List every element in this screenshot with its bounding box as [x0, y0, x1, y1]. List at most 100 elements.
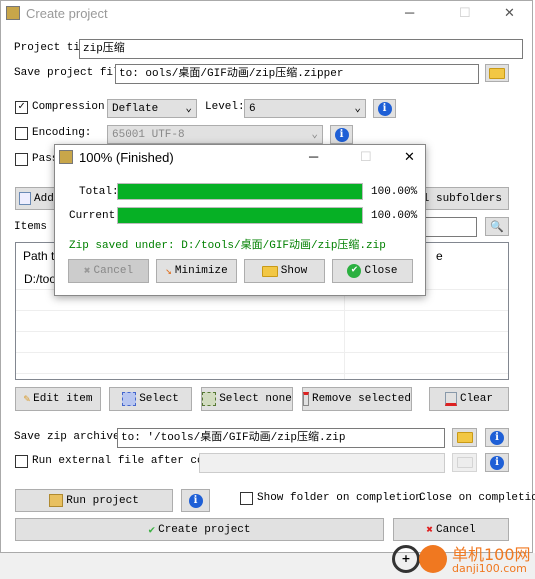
dialog-title: 100% (Finished)	[79, 150, 174, 165]
compression-label: Compression:	[32, 101, 112, 113]
select-label: Select	[139, 393, 179, 405]
checkmark-icon: ✔	[148, 524, 156, 537]
search-icon: 🔍	[490, 221, 504, 234]
column-header-2[interactable]: e	[436, 249, 443, 263]
current-label: Current:	[69, 210, 122, 222]
package-icon	[49, 494, 64, 507]
create-project-label: Create project	[158, 523, 251, 536]
dialog-minimize-label: Minimize	[174, 265, 228, 277]
zip-saved-message: Zip saved under: D:/tools/桌面/GIF动画/zip压缩…	[69, 240, 386, 252]
show-folder-checkbox[interactable]	[240, 492, 253, 505]
browse-project-button[interactable]	[485, 64, 509, 82]
compression-info-button[interactable]: i	[373, 99, 396, 118]
close-button[interactable]: ✕	[504, 5, 515, 21]
total-label: Total:	[79, 186, 119, 198]
dialog-minimize-button[interactable]: ─	[309, 149, 318, 164]
chevron-down-icon: ⌄	[311, 129, 318, 141]
save-project-input[interactable]: to: ools/桌面/GIF动画/zip压缩.zipper	[115, 64, 479, 84]
pencil-icon: ✎	[23, 394, 31, 406]
dialog-show-button[interactable]: Show	[244, 259, 325, 283]
info-icon: i	[188, 493, 203, 508]
current-progress-bar	[117, 207, 363, 224]
add-file-icon	[19, 192, 31, 205]
dialog-minimize-btn[interactable]: ↘ Minimize	[156, 259, 237, 283]
password-checkbox[interactable]	[15, 153, 28, 166]
encoding-select[interactable]: 65001 UTF-8 ⌄	[107, 125, 323, 144]
project-title-label: Project tit	[14, 42, 87, 54]
progress-dialog: 100% (Finished) ─ ☐ ✕ Total: 100.00% Cur…	[54, 144, 426, 296]
edit-item-label: Edit item	[33, 393, 93, 405]
folder-icon	[489, 67, 505, 79]
maximize-button[interactable]: ☐	[459, 5, 471, 21]
dialog-close-btn[interactable]: ✔ Close	[332, 259, 413, 283]
dialog-show-label: Show	[280, 265, 308, 277]
clear-label: Clear	[459, 393, 493, 405]
chevron-down-icon: ⌄	[185, 103, 192, 115]
select-button[interactable]: Select	[109, 387, 192, 411]
create-project-button[interactable]: ✔ Create project	[15, 518, 384, 541]
encoding-label: Encoding:	[32, 127, 92, 139]
browse-external-button[interactable]	[452, 453, 477, 472]
dialog-cancel-button[interactable]: ✖ Cancel	[68, 259, 149, 283]
current-percent: 100.00%	[371, 210, 418, 222]
select-none-icon	[202, 392, 217, 406]
run-project-label: Run project	[66, 494, 139, 507]
info-icon: i	[377, 101, 392, 116]
level-value: 6	[249, 103, 256, 115]
save-project-label: Save project file	[14, 67, 127, 79]
total-progress-bar	[117, 183, 363, 200]
search-button[interactable]: 🔍	[485, 217, 509, 236]
browse-zip-button[interactable]	[452, 428, 477, 447]
app-icon	[59, 150, 73, 164]
add-label: Add	[34, 192, 54, 205]
project-title-input[interactable]: zip压缩	[79, 39, 523, 59]
watermark-logo-icon	[419, 545, 447, 573]
compression-checkbox[interactable]: ✓	[15, 101, 28, 114]
info-icon: i	[334, 127, 349, 142]
encoding-checkbox[interactable]	[15, 127, 28, 140]
info-icon: i	[490, 455, 504, 470]
level-select[interactable]: 6 ⌄	[244, 99, 366, 118]
clear-icon	[444, 392, 457, 406]
run-external-input[interactable]	[199, 453, 445, 473]
dialog-cancel-label: Cancel	[93, 265, 134, 277]
watermark: + 单机100网 danji100.com	[388, 541, 534, 579]
run-external-info-button[interactable]: i	[485, 453, 509, 472]
watermark-url: danji100.com	[452, 562, 527, 575]
window-title: Create project	[26, 6, 108, 21]
folder-icon	[456, 457, 473, 468]
minimize-button[interactable]: ─	[405, 5, 414, 20]
cancel-button[interactable]: ✖ Cancel	[393, 518, 509, 541]
info-icon: i	[490, 430, 504, 445]
save-zip-info-button[interactable]: i	[485, 428, 509, 447]
edit-item-button[interactable]: ✎ Edit item	[15, 387, 101, 411]
compression-value: Deflate	[112, 103, 159, 115]
clear-button[interactable]: Clear	[429, 387, 509, 411]
minimize-arrow-icon: ↘	[165, 266, 172, 278]
remove-icon	[303, 392, 309, 406]
subfolders-label: l subfolders	[422, 192, 502, 205]
compression-select[interactable]: Deflate ⌄	[107, 99, 197, 118]
check-circle-icon: ✔	[347, 264, 362, 278]
run-external-checkbox[interactable]	[15, 455, 28, 468]
save-zip-label: Save zip archive	[14, 431, 120, 443]
watermark-logo-icon: +	[392, 545, 420, 573]
select-none-button[interactable]: Select none	[201, 387, 293, 411]
dialog-close-label: Close	[364, 265, 398, 277]
show-folder-label: Show folder on completion	[257, 492, 423, 504]
dialog-maximize-button[interactable]: ☐	[360, 149, 372, 165]
x-icon: ✖	[83, 266, 91, 278]
level-label: Level:	[205, 101, 245, 113]
folder-icon	[456, 432, 473, 443]
remove-selected-button[interactable]: Remove selected	[302, 387, 412, 411]
app-icon	[6, 6, 20, 20]
select-none-label: Select none	[219, 393, 292, 405]
dialog-close-button[interactable]: ✕	[404, 149, 415, 165]
run-project-button[interactable]: Run project	[15, 489, 173, 512]
encoding-value: 65001 UTF-8	[112, 129, 185, 141]
encoding-info-button[interactable]: i	[330, 125, 353, 144]
close-on-completion-label[interactable]: Close on completion	[419, 492, 535, 504]
run-project-info-button[interactable]: i	[181, 489, 210, 512]
save-zip-input[interactable]: to: '/tools/桌面/GIF动画/zip压缩.zip	[117, 428, 445, 448]
chevron-down-icon: ⌄	[354, 103, 361, 115]
